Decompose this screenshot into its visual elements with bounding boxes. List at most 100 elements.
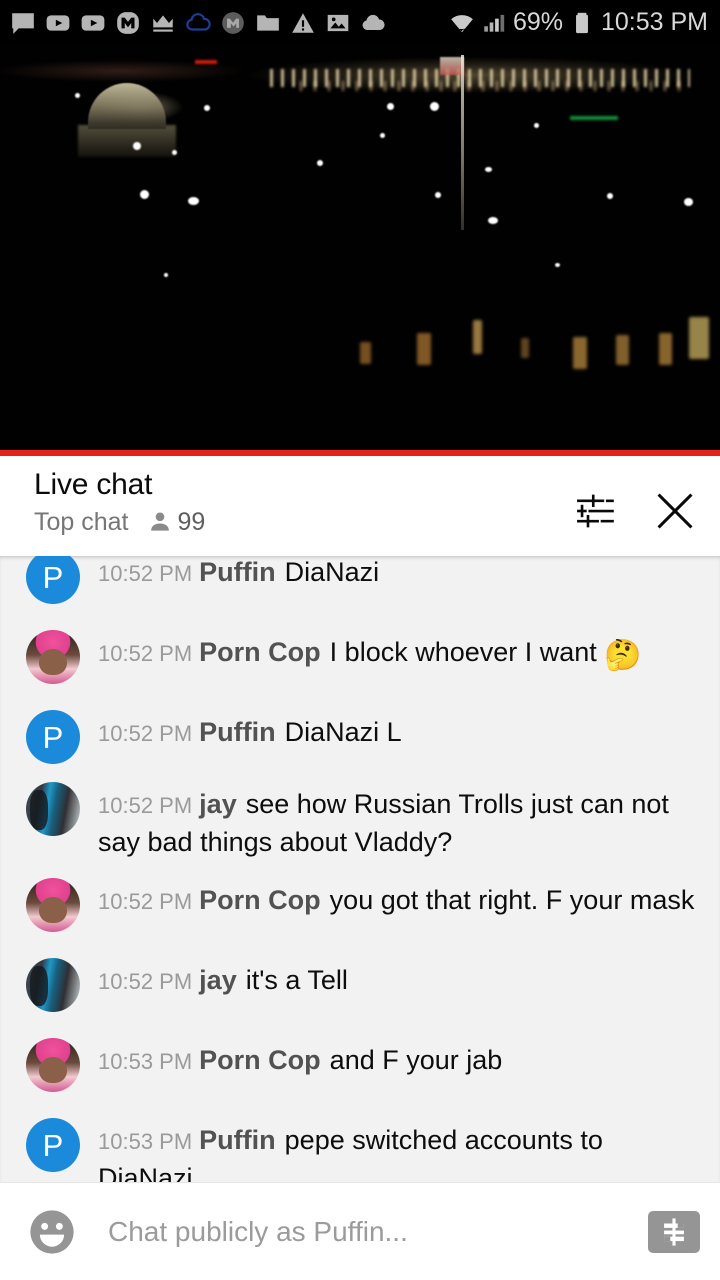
message-author[interactable]: Puffin [199, 1125, 275, 1155]
status-bar: 69% 10:53 PM [0, 0, 720, 45]
folder-icon [257, 14, 279, 31]
message-text: I block whoever I want [329, 637, 597, 667]
light-dot [140, 190, 149, 199]
message-author[interactable]: Porn Cop [199, 637, 321, 667]
light-dot [75, 93, 80, 98]
avatar[interactable] [26, 1038, 80, 1092]
avatar[interactable] [26, 878, 80, 932]
message-author[interactable]: Porn Cop [199, 1045, 321, 1075]
page-title: Live chat [34, 468, 153, 501]
superchat-button[interactable] [648, 1210, 700, 1253]
window-light [360, 342, 371, 364]
chat-message[interactable]: 10:52 PM jay see how Russian Trolls just c… [0, 780, 720, 860]
battery-icon [576, 12, 588, 33]
chat-message-body: 10:52 PM Porn Cop you got that right. F yo… [98, 876, 698, 920]
avatar[interactable] [26, 782, 80, 836]
status-bar-system-indicators: 69% 10:53 PM [449, 8, 708, 37]
chat-message-body: 10:52 PM Puffin DiaNazi [98, 556, 698, 592]
chat-message[interactable]: 10:52 PM Porn Cop you got that right. F yo… [0, 876, 720, 932]
message-text: DiaNazi [284, 557, 380, 587]
light-dot [435, 192, 441, 198]
chat-message-list[interactable]: P 10:52 PM Puffin DiaNazi 10:52 PM Porn Cop I … [0, 556, 720, 1182]
message-timestamp: 10:52 PM [98, 969, 193, 994]
close-icon[interactable] [652, 488, 698, 534]
window-light [689, 317, 709, 359]
window-light [417, 333, 431, 365]
light-dot [317, 160, 323, 166]
message-timestamp: 10:52 PM [98, 561, 193, 586]
light-dot [684, 198, 693, 206]
message-text: you got that right. F your mask [329, 885, 695, 915]
youtube-icon [46, 14, 70, 31]
message-timestamp: 10:52 PM [98, 641, 193, 666]
chat-message-body: 10:52 PM jay it's a Tell [98, 956, 698, 1000]
chat-input[interactable] [106, 1214, 648, 1249]
video-player[interactable] [0, 45, 720, 450]
message-timestamp: 10:52 PM [98, 889, 193, 914]
skyline-lights-lower [300, 81, 680, 91]
youtube-icon [81, 14, 105, 31]
light-dot [164, 273, 168, 277]
avatar-initial: P [42, 559, 64, 595]
green-light-strip [570, 116, 618, 120]
avatar[interactable]: P [26, 710, 80, 764]
cloud-outline-icon [186, 12, 211, 31]
avatar[interactable] [26, 630, 80, 684]
chat-message[interactable]: P 10:52 PM Puffin DiaNazi L [0, 708, 720, 764]
chat-message[interactable]: 10:53 PM Porn Cop and F your jab [0, 1036, 720, 1092]
window-light [521, 338, 529, 358]
message-author[interactable]: jay [199, 965, 237, 995]
light-dot [188, 197, 199, 205]
chat-message-body: 10:52 PM Puffin DiaNazi L [98, 708, 698, 752]
light-dot [133, 142, 141, 150]
crown-icon [153, 14, 173, 32]
message-author[interactable]: Puffin [199, 717, 275, 747]
message-author[interactable]: Porn Cop [199, 885, 321, 915]
message-icon [12, 12, 34, 34]
viewer-count-label: 99 [177, 507, 206, 536]
monero-icon [117, 11, 139, 34]
app-screen: 69% 10:53 PM Live chat Top chat 99 P 10:… [0, 0, 720, 1280]
chat-message-body: 10:53 PM Porn Cop and F your jab [98, 1036, 698, 1080]
avatar-initial: P [42, 1127, 64, 1163]
warning-triangle-icon [292, 12, 314, 33]
avatar-initial: P [42, 719, 64, 755]
chat-message-body: 10:53 PM Puffin pepe switched accounts to … [98, 1116, 698, 1182]
chat-input-bar [0, 1182, 720, 1280]
light-dot [488, 217, 498, 224]
light-dot [380, 133, 385, 138]
avatar[interactable]: P [26, 1118, 80, 1172]
chat-message-body: 10:52 PM jay see how Russian Trolls just c… [98, 780, 698, 860]
message-timestamp: 10:52 PM [98, 721, 193, 746]
light-dot [607, 193, 613, 199]
window-light [573, 337, 587, 369]
chat-message[interactable]: P 10:53 PM Puffin pepe switched accounts to… [0, 1116, 720, 1182]
window-light [473, 320, 482, 354]
live-chat-header-text: Live chat Top chat 99 [34, 466, 574, 537]
chat-mode-label[interactable]: Top chat [34, 507, 129, 537]
cloud-filled-icon [362, 14, 385, 30]
jefferson-memorial-dome [88, 83, 166, 129]
message-timestamp: 10:53 PM [98, 1129, 193, 1154]
message-author[interactable]: jay [199, 789, 237, 819]
message-author[interactable]: Puffin [199, 557, 275, 587]
light-dot [534, 123, 539, 128]
red-light-strip [195, 60, 217, 64]
chat-message[interactable]: 10:52 PM Porn Cop I block whoever I want 🤔 [0, 628, 720, 684]
chat-message[interactable]: 10:52 PM jay it's a Tell [0, 956, 720, 1012]
live-chat-header: Live chat Top chat 99 [0, 456, 720, 556]
clock-label: 10:53 PM [600, 8, 708, 36]
chat-message[interactable]: P 10:52 PM Puffin DiaNazi [0, 556, 720, 604]
light-dot [204, 105, 210, 111]
tune-icon[interactable] [574, 490, 616, 532]
image-icon [327, 14, 349, 31]
viewer-count-group: 99 [147, 507, 206, 537]
smiley-icon[interactable] [26, 1206, 78, 1258]
avatar[interactable] [26, 958, 80, 1012]
thinking-face-emoji: 🤔 [604, 639, 642, 672]
avatar[interactable]: P [26, 556, 80, 604]
monero-circle-icon [222, 11, 244, 34]
message-text: and F your jab [329, 1045, 503, 1075]
wifi-icon [451, 14, 473, 32]
memorial-base [78, 125, 176, 157]
